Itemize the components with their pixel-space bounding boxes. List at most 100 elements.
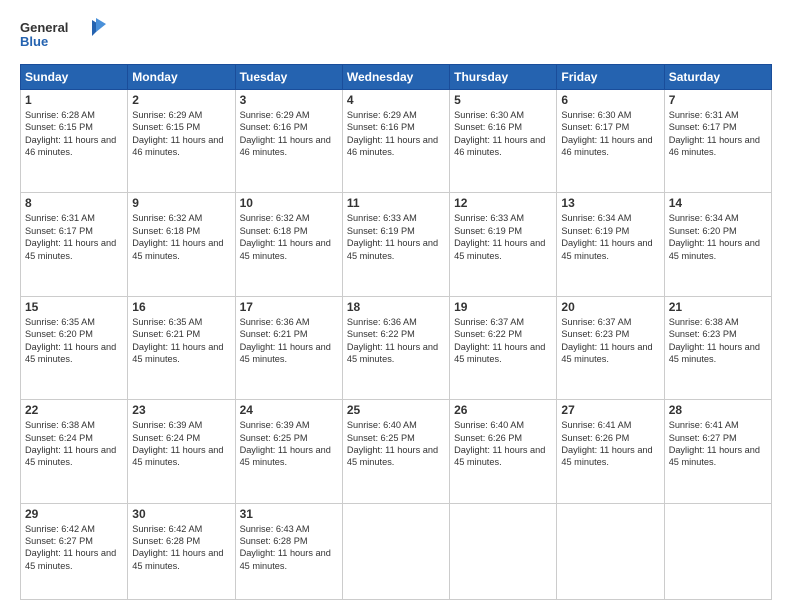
day-number: 14 bbox=[669, 196, 767, 210]
calendar-cell: 13 Sunrise: 6:34 AMSunset: 6:19 PMDayligh… bbox=[557, 193, 664, 296]
day-info: Sunrise: 6:31 AMSunset: 6:17 PMDaylight:… bbox=[669, 109, 767, 159]
day-number: 27 bbox=[561, 403, 659, 417]
day-info: Sunrise: 6:40 AMSunset: 6:25 PMDaylight:… bbox=[347, 419, 445, 469]
day-number: 9 bbox=[132, 196, 230, 210]
day-number: 3 bbox=[240, 93, 338, 107]
calendar-week-2: 8Sunrise: 6:31 AMSunset: 6:17 PMDaylight… bbox=[21, 193, 772, 296]
calendar-header-friday: Friday bbox=[557, 65, 664, 90]
day-info: Sunrise: 6:37 AMSunset: 6:23 PMDaylight:… bbox=[561, 316, 659, 366]
day-number: 25 bbox=[347, 403, 445, 417]
day-number: 16 bbox=[132, 300, 230, 314]
day-number: 30 bbox=[132, 507, 230, 521]
page: General Blue SundayMondayTuesdayWednesda… bbox=[0, 0, 792, 612]
day-number: 22 bbox=[25, 403, 123, 417]
day-info: Sunrise: 6:36 AMSunset: 6:22 PMDaylight:… bbox=[347, 316, 445, 366]
calendar-cell: 15Sunrise: 6:35 AMSunset: 6:20 PMDayligh… bbox=[21, 296, 128, 399]
day-info: Sunrise: 6:42 AMSunset: 6:27 PMDaylight:… bbox=[25, 523, 123, 573]
day-number: 12 bbox=[454, 196, 552, 210]
svg-text:General: General bbox=[20, 20, 68, 35]
day-info: Sunrise: 6:35 AMSunset: 6:20 PMDaylight:… bbox=[25, 316, 123, 366]
day-number: 17 bbox=[240, 300, 338, 314]
logo-svg: General Blue bbox=[20, 16, 110, 56]
day-info: Sunrise: 6:31 AMSunset: 6:17 PMDaylight:… bbox=[25, 212, 123, 262]
day-info: Sunrise: 6:37 AMSunset: 6:22 PMDaylight:… bbox=[454, 316, 552, 366]
calendar-cell: 29 Sunrise: 6:42 AMSunset: 6:27 PMDayligh… bbox=[21, 503, 128, 599]
calendar-cell: 23Sunrise: 6:39 AMSunset: 6:24 PMDayligh… bbox=[128, 400, 235, 503]
day-info: Sunrise: 6:32 AMSunset: 6:18 PMDaylight:… bbox=[240, 212, 338, 262]
day-info: Sunrise: 6:33 AMSunset: 6:19 PMDaylight:… bbox=[347, 212, 445, 262]
calendar-cell: 28 Sunrise: 6:41 AMSunset: 6:27 PMDayligh… bbox=[664, 400, 771, 503]
calendar-header-row: SundayMondayTuesdayWednesdayThursdayFrid… bbox=[21, 65, 772, 90]
calendar-header-monday: Monday bbox=[128, 65, 235, 90]
day-info: Sunrise: 6:35 AMSunset: 6:21 PMDaylight:… bbox=[132, 316, 230, 366]
day-info: Sunrise: 6:39 AMSunset: 6:24 PMDaylight:… bbox=[132, 419, 230, 469]
calendar-cell: 12 Sunrise: 6:33 AMSunset: 6:19 PMDayligh… bbox=[450, 193, 557, 296]
day-number: 26 bbox=[454, 403, 552, 417]
day-number: 4 bbox=[347, 93, 445, 107]
day-number: 19 bbox=[454, 300, 552, 314]
day-info: Sunrise: 6:32 AMSunset: 6:18 PMDaylight:… bbox=[132, 212, 230, 262]
calendar-cell: 11 Sunrise: 6:33 AMSunset: 6:19 PMDayligh… bbox=[342, 193, 449, 296]
day-info: Sunrise: 6:41 AMSunset: 6:26 PMDaylight:… bbox=[561, 419, 659, 469]
calendar-cell: 8Sunrise: 6:31 AMSunset: 6:17 PMDaylight… bbox=[21, 193, 128, 296]
day-number: 24 bbox=[240, 403, 338, 417]
day-info: Sunrise: 6:43 AMSunset: 6:28 PMDaylight:… bbox=[240, 523, 338, 573]
day-info: Sunrise: 6:29 AMSunset: 6:16 PMDaylight:… bbox=[240, 109, 338, 159]
calendar-week-3: 15Sunrise: 6:35 AMSunset: 6:20 PMDayligh… bbox=[21, 296, 772, 399]
day-number: 7 bbox=[669, 93, 767, 107]
calendar-header-wednesday: Wednesday bbox=[342, 65, 449, 90]
calendar-cell: 18 Sunrise: 6:36 AMSunset: 6:22 PMDayligh… bbox=[342, 296, 449, 399]
svg-text:Blue: Blue bbox=[20, 34, 48, 49]
day-number: 1 bbox=[25, 93, 123, 107]
calendar-cell bbox=[664, 503, 771, 599]
day-number: 10 bbox=[240, 196, 338, 210]
calendar-cell: 14Sunrise: 6:34 AMSunset: 6:20 PMDayligh… bbox=[664, 193, 771, 296]
day-number: 13 bbox=[561, 196, 659, 210]
calendar-cell: 2Sunrise: 6:29 AMSunset: 6:15 PMDaylight… bbox=[128, 90, 235, 193]
day-number: 29 bbox=[25, 507, 123, 521]
calendar-cell: 6 Sunrise: 6:30 AMSunset: 6:17 PMDaylight… bbox=[557, 90, 664, 193]
day-info: Sunrise: 6:38 AMSunset: 6:24 PMDaylight:… bbox=[25, 419, 123, 469]
day-info: Sunrise: 6:30 AMSunset: 6:17 PMDaylight:… bbox=[561, 109, 659, 159]
calendar-cell: 10 Sunrise: 6:32 AMSunset: 6:18 PMDayligh… bbox=[235, 193, 342, 296]
day-info: Sunrise: 6:41 AMSunset: 6:27 PMDaylight:… bbox=[669, 419, 767, 469]
day-number: 28 bbox=[669, 403, 767, 417]
calendar-cell bbox=[342, 503, 449, 599]
calendar-cell bbox=[450, 503, 557, 599]
calendar-cell: 30 Sunrise: 6:42 AMSunset: 6:28 PMDayligh… bbox=[128, 503, 235, 599]
calendar-cell: 4Sunrise: 6:29 AMSunset: 6:16 PMDaylight… bbox=[342, 90, 449, 193]
calendar-cell bbox=[557, 503, 664, 599]
day-number: 31 bbox=[240, 507, 338, 521]
calendar-cell: 17 Sunrise: 6:36 AMSunset: 6:21 PMDayligh… bbox=[235, 296, 342, 399]
calendar-cell: 9 Sunrise: 6:32 AMSunset: 6:18 PMDaylight… bbox=[128, 193, 235, 296]
day-number: 11 bbox=[347, 196, 445, 210]
logo: General Blue bbox=[20, 16, 110, 56]
calendar-week-1: 1 Sunrise: 6:28 AMSunset: 6:15 PMDaylight… bbox=[21, 90, 772, 193]
day-info: Sunrise: 6:30 AMSunset: 6:16 PMDaylight:… bbox=[454, 109, 552, 159]
day-info: Sunrise: 6:29 AMSunset: 6:15 PMDaylight:… bbox=[132, 109, 230, 159]
calendar-cell: 16 Sunrise: 6:35 AMSunset: 6:21 PMDayligh… bbox=[128, 296, 235, 399]
calendar-cell: 24 Sunrise: 6:39 AMSunset: 6:25 PMDayligh… bbox=[235, 400, 342, 503]
day-info: Sunrise: 6:39 AMSunset: 6:25 PMDaylight:… bbox=[240, 419, 338, 469]
calendar-header-thursday: Thursday bbox=[450, 65, 557, 90]
day-info: Sunrise: 6:38 AMSunset: 6:23 PMDaylight:… bbox=[669, 316, 767, 366]
calendar-cell: 5Sunrise: 6:30 AMSunset: 6:16 PMDaylight… bbox=[450, 90, 557, 193]
calendar-week-5: 29 Sunrise: 6:42 AMSunset: 6:27 PMDayligh… bbox=[21, 503, 772, 599]
day-number: 6 bbox=[561, 93, 659, 107]
calendar-cell: 1 Sunrise: 6:28 AMSunset: 6:15 PMDaylight… bbox=[21, 90, 128, 193]
calendar-cell: 19 Sunrise: 6:37 AMSunset: 6:22 PMDayligh… bbox=[450, 296, 557, 399]
day-info: Sunrise: 6:28 AMSunset: 6:15 PMDaylight:… bbox=[25, 109, 123, 159]
day-info: Sunrise: 6:40 AMSunset: 6:26 PMDaylight:… bbox=[454, 419, 552, 469]
calendar-header-saturday: Saturday bbox=[664, 65, 771, 90]
calendar-cell: 3 Sunrise: 6:29 AMSunset: 6:16 PMDaylight… bbox=[235, 90, 342, 193]
calendar-cell: 25 Sunrise: 6:40 AMSunset: 6:25 PMDayligh… bbox=[342, 400, 449, 503]
calendar-header-tuesday: Tuesday bbox=[235, 65, 342, 90]
day-info: Sunrise: 6:36 AMSunset: 6:21 PMDaylight:… bbox=[240, 316, 338, 366]
calendar-header-sunday: Sunday bbox=[21, 65, 128, 90]
calendar-table: SundayMondayTuesdayWednesdayThursdayFrid… bbox=[20, 64, 772, 600]
day-info: Sunrise: 6:33 AMSunset: 6:19 PMDaylight:… bbox=[454, 212, 552, 262]
day-number: 18 bbox=[347, 300, 445, 314]
day-number: 20 bbox=[561, 300, 659, 314]
day-info: Sunrise: 6:42 AMSunset: 6:28 PMDaylight:… bbox=[132, 523, 230, 573]
day-info: Sunrise: 6:34 AMSunset: 6:19 PMDaylight:… bbox=[561, 212, 659, 262]
